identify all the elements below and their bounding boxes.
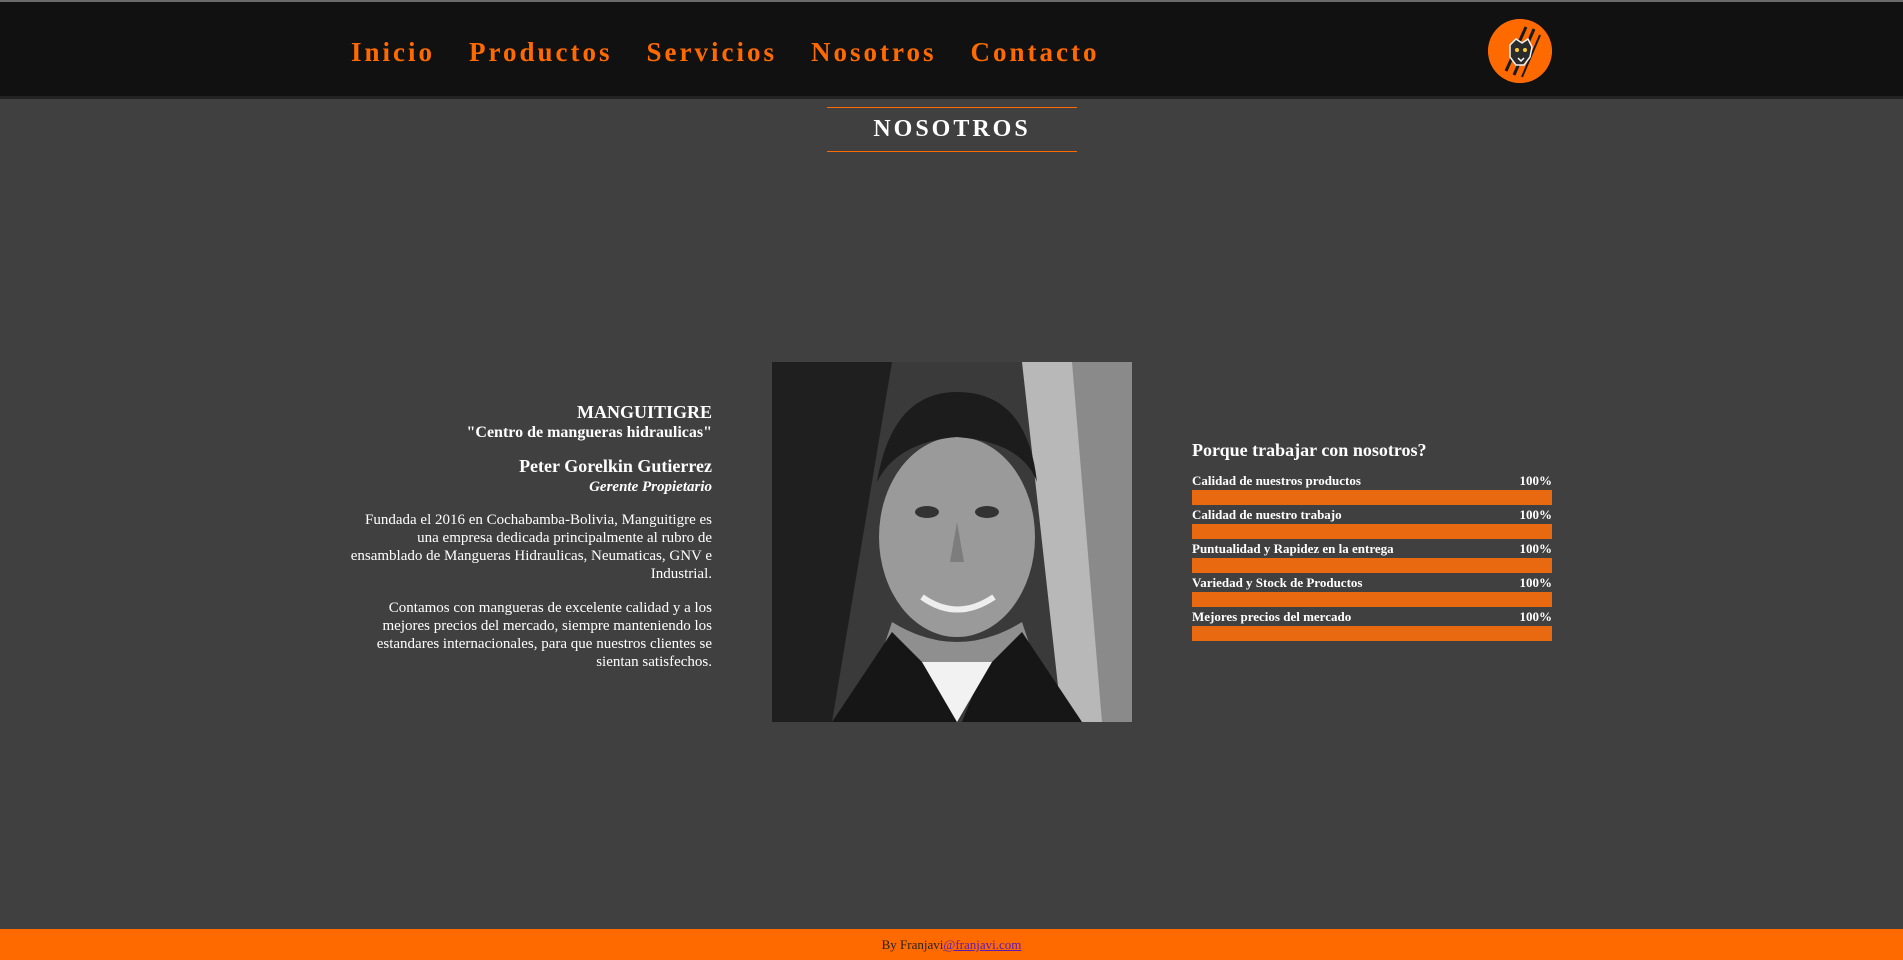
nav-link-contacto[interactable]: Contacto	[971, 37, 1100, 68]
skill-label: Puntualidad y Rapidez en la entrega	[1192, 541, 1394, 556]
skill-bar	[1192, 626, 1552, 641]
skill-bar-fill	[1192, 558, 1552, 573]
why-us-panel: Porque trabajar con nosotros? Calidad de…	[1192, 440, 1552, 643]
skill-label: Mejores precios del mercado	[1192, 609, 1352, 624]
footer: By Franjavi@franjavi.com	[0, 929, 1903, 960]
skill-item: Calidad de nuestros productos 100%	[1192, 473, 1552, 505]
skill-percent: 100%	[1519, 541, 1553, 556]
skill-label: Variedad y Stock de Productos	[1192, 575, 1363, 590]
about-text: MANGUITIGRE "Centro de mangueras hidraul…	[350, 401, 712, 671]
skill-bar	[1192, 524, 1552, 539]
skill-bar-fill	[1192, 592, 1552, 607]
skill-label: Calidad de nuestro trabajo	[1192, 507, 1342, 522]
skill-item: Mejores precios del mercado 100%	[1192, 609, 1552, 641]
skill-bar	[1192, 490, 1552, 505]
skill-label: Calidad de nuestros productos	[1192, 473, 1361, 488]
nav-link-servicios[interactable]: Servicios	[647, 37, 777, 68]
nav-link-nosotros[interactable]: Nosotros	[811, 37, 937, 68]
skill-bar-fill	[1192, 626, 1552, 641]
skill-bar-fill	[1192, 524, 1552, 539]
portrait-graphic	[772, 362, 1132, 722]
owner-portrait	[772, 362, 1132, 722]
company-name: MANGUITIGRE	[576, 402, 712, 422]
skill-percent: 100%	[1519, 507, 1553, 522]
skill-bar	[1192, 558, 1552, 573]
about-paragraph-2: Contamos con mangueras de excelente cali…	[376, 600, 712, 670]
tiger-logo-graphic	[1488, 19, 1552, 83]
main-nav: Inicio Productos Servicios Nosotros Cont…	[351, 37, 1100, 68]
skill-percent: 100%	[1519, 575, 1553, 590]
owner-role: Gerente Propietario	[589, 479, 712, 495]
page-title: NOSOTROS	[827, 107, 1077, 152]
skill-percent: 100%	[1519, 609, 1553, 624]
skills-list: Calidad de nuestros productos 100% Calid…	[1192, 473, 1552, 641]
footer-link[interactable]: @franjavi.com	[943, 937, 1021, 952]
owner-name: Peter Gorelkin Gutierrez	[519, 456, 712, 476]
navbar: Inicio Productos Servicios Nosotros Cont…	[0, 2, 1903, 99]
about-paragraph-1: Fundada el 2016 en Cochabamba-Bolivia, M…	[350, 512, 712, 582]
nav-link-productos[interactable]: Productos	[469, 37, 613, 68]
skill-item: Calidad de nuestro trabajo 100%	[1192, 507, 1552, 539]
skill-bar	[1192, 592, 1552, 607]
tiger-logo-icon[interactable]	[1488, 19, 1552, 83]
skill-bar-fill	[1192, 490, 1552, 505]
skill-percent: 100%	[1519, 473, 1553, 488]
skill-item: Variedad y Stock de Productos 100%	[1192, 575, 1552, 607]
company-tagline: "Centro de mangueras hidraulicas"	[466, 424, 712, 441]
footer-credit: By Franjavi	[881, 937, 944, 952]
nav-link-inicio[interactable]: Inicio	[351, 37, 435, 68]
why-us-title: Porque trabajar con nosotros?	[1192, 440, 1427, 460]
skill-item: Puntualidad y Rapidez en la entrega 100%	[1192, 541, 1552, 573]
